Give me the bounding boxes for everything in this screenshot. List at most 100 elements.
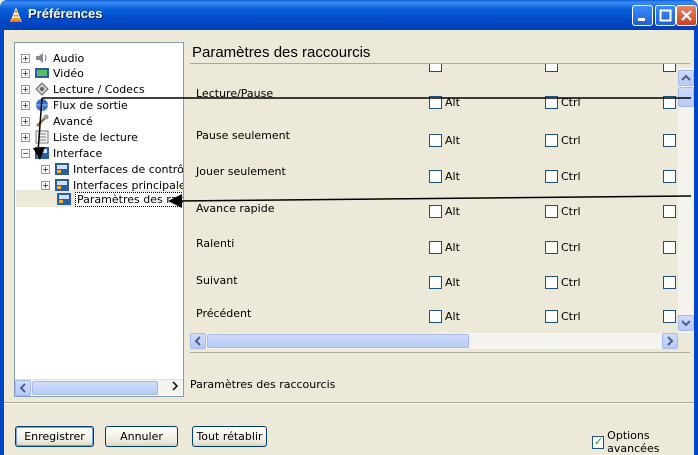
scroll-down-button[interactable]	[678, 315, 694, 331]
alt-checkbox[interactable]	[429, 96, 442, 109]
alt-checkbox[interactable]	[429, 64, 442, 72]
ctrl-label: Ctrl	[561, 310, 581, 323]
tree-item-label: Lecture / Codecs	[53, 82, 145, 96]
advanced-options-toggle[interactable]: Options avancées	[592, 429, 698, 455]
tree-item-video[interactable]: + Vidéo	[21, 65, 84, 81]
tree-item-label: Avancé	[53, 114, 93, 128]
tree-item-advanced[interactable]: + Avancé	[21, 113, 93, 129]
tree-item-interface[interactable]: − Interface	[21, 145, 102, 161]
playlist-icon	[35, 130, 49, 144]
minimize-icon	[638, 18, 645, 21]
tree-item-audio[interactable]: + Audio	[21, 50, 84, 66]
reset-all-button[interactable]: Tout rétablir	[192, 426, 267, 447]
advanced-options-label: Options avancées	[607, 429, 660, 455]
alt-label: Alt	[445, 241, 460, 254]
shift-checkbox[interactable]	[663, 276, 676, 289]
close-icon	[681, 10, 692, 21]
expand-icon[interactable]: +	[21, 116, 30, 126]
window-title: Préférences	[28, 6, 103, 21]
cancel-button[interactable]: Annuler	[105, 426, 178, 447]
hotkey-label: Lecture/Pause	[196, 87, 274, 100]
hotkey-label: Suivant	[196, 274, 238, 287]
hotkey-label: Précédent	[196, 307, 252, 320]
ctrl-checkbox[interactable]	[545, 170, 558, 183]
title-bar[interactable]: Préférences	[0, 0, 698, 30]
tree-horizontal-scrollbar[interactable]	[15, 379, 183, 396]
tree-item-label: Interfaces de contrôle	[73, 162, 184, 176]
shift-checkbox[interactable]	[663, 134, 676, 147]
content-vertical-scrollbar[interactable]	[678, 68, 694, 333]
save-button[interactable]: Enregistrer	[15, 426, 94, 447]
alt-checkbox[interactable]	[429, 310, 442, 323]
expand-icon[interactable]: +	[21, 84, 30, 94]
alt-checkbox[interactable]	[429, 170, 442, 183]
ctrl-checkbox[interactable]	[545, 96, 558, 109]
hotkey-settings-list[interactable]: Lecture/Pause Alt Ctrl Pause seulement A…	[190, 64, 678, 334]
shift-checkbox[interactable]	[663, 205, 676, 218]
expand-icon[interactable]: +	[21, 100, 30, 110]
button-bar-divider-highlight	[4, 403, 694, 404]
ctrl-checkbox[interactable]	[545, 64, 558, 72]
expand-icon[interactable]: +	[21, 53, 30, 63]
alt-label: Alt	[445, 205, 460, 218]
shift-checkbox[interactable]	[663, 310, 676, 323]
splitter-arrow-icon[interactable]	[170, 380, 180, 395]
alt-label: Alt	[445, 276, 460, 289]
category-tree[interactable]: + Audio + Vidéo + Lecture / Codecs + Flu…	[14, 42, 184, 397]
window-frame-left	[0, 30, 4, 455]
ctrl-checkbox[interactable]	[545, 205, 558, 218]
scroll-left-button[interactable]	[15, 380, 31, 396]
video-icon	[35, 68, 49, 78]
alt-label: Alt	[445, 310, 460, 323]
tree-item-codecs[interactable]: + Lecture / Codecs	[21, 81, 145, 97]
advanced-icon	[36, 114, 49, 127]
maximize-icon	[659, 9, 672, 22]
panel-title: Paramètres des raccourcis	[192, 44, 371, 61]
collapse-icon[interactable]: −	[21, 148, 30, 158]
interface-icon	[55, 163, 69, 175]
scroll-thumb[interactable]	[678, 87, 694, 107]
alt-label: Alt	[445, 134, 460, 147]
content-horizontal-scrollbar[interactable]	[190, 333, 678, 349]
shift-checkbox[interactable]	[663, 64, 676, 72]
chevron-left-icon	[19, 383, 26, 393]
shift-checkbox[interactable]	[663, 96, 676, 109]
stream-icon	[36, 99, 48, 111]
alt-checkbox[interactable]	[429, 276, 442, 289]
ctrl-checkbox[interactable]	[545, 241, 558, 254]
scroll-up-button[interactable]	[678, 70, 694, 86]
advanced-options-checkbox[interactable]	[592, 435, 605, 449]
expand-icon[interactable]: +	[41, 180, 50, 190]
tree-item-control-interfaces[interactable]: + Interfaces de contrôle	[41, 161, 184, 177]
ctrl-checkbox[interactable]	[545, 276, 558, 289]
alt-label: Alt	[445, 170, 460, 183]
interface-icon	[55, 179, 69, 191]
minimize-button[interactable]	[632, 5, 653, 26]
chevron-left-icon	[194, 336, 201, 346]
window-frame-right	[694, 30, 698, 455]
tree-item-label: Vidéo	[53, 66, 84, 80]
alt-checkbox[interactable]	[429, 205, 442, 218]
close-button[interactable]	[676, 5, 697, 26]
scroll-right-button[interactable]	[662, 333, 678, 349]
ctrl-checkbox[interactable]	[545, 134, 558, 147]
ctrl-label: Ctrl	[561, 205, 581, 218]
hotkey-label: Jouer seulement	[196, 165, 286, 178]
alt-checkbox[interactable]	[429, 241, 442, 254]
expand-icon[interactable]: +	[21, 68, 30, 78]
scroll-thumb[interactable]	[32, 381, 158, 395]
interface-icon	[57, 193, 71, 205]
tree-item-hotkeys[interactable]: Paramètres des raccourcis	[56, 191, 183, 207]
ctrl-checkbox[interactable]	[545, 310, 558, 323]
alt-checkbox[interactable]	[429, 134, 442, 147]
tree-item-stream-output[interactable]: + Flux de sortie	[21, 97, 128, 113]
scroll-thumb[interactable]	[207, 334, 469, 348]
expand-icon[interactable]: +	[41, 164, 50, 174]
scroll-left-button[interactable]	[190, 333, 206, 349]
shift-checkbox[interactable]	[663, 241, 676, 254]
hotkey-label: Ralenti	[196, 237, 235, 250]
maximize-button[interactable]	[655, 5, 676, 26]
shift-checkbox[interactable]	[663, 170, 676, 183]
tree-item-playlist[interactable]: + Liste de lecture	[21, 129, 138, 145]
expand-icon[interactable]: +	[21, 132, 30, 142]
